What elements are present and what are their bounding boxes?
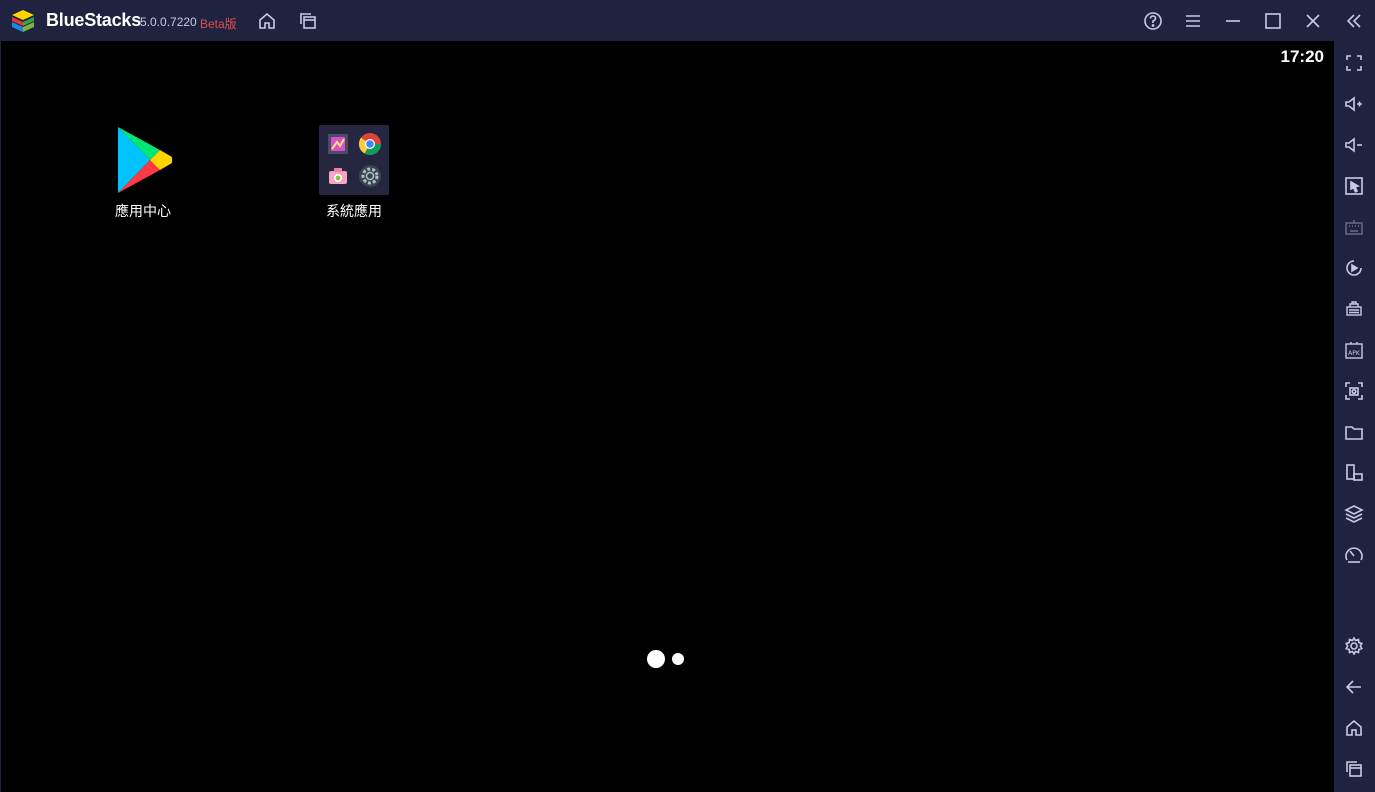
rotate-icon[interactable] [1343, 462, 1365, 484]
apk-install-icon[interactable]: APK [1343, 339, 1365, 361]
loading-dot-large [647, 650, 665, 668]
macro-record-icon[interactable] [1343, 257, 1365, 279]
beta-badge: Beta版 [200, 17, 237, 31]
app-play-store[interactable]: 應用中心 [83, 125, 203, 221]
folder-icon[interactable] [1343, 421, 1365, 443]
android-screen[interactable]: 17:20 應用中心 系統應用 [1, 41, 1334, 792]
gallery-icon [328, 134, 348, 154]
close-icon[interactable] [1302, 10, 1324, 32]
volume-down-icon[interactable] [1343, 134, 1365, 156]
home-icon[interactable] [256, 10, 278, 32]
recent-apps-icon[interactable] [1343, 758, 1365, 780]
title-bar: BlueStacks 5.0.0.7220 Beta版 [0, 0, 1375, 41]
system-apps-folder-icon [319, 125, 389, 195]
status-clock: 17:20 [1280, 47, 1324, 66]
bluestacks-logo-icon [12, 10, 34, 32]
performance-icon[interactable] [1343, 544, 1365, 566]
svg-text:APK: APK [1348, 350, 1361, 357]
menu-icon[interactable] [1182, 10, 1204, 32]
app-name: BlueStacks [46, 10, 142, 30]
right-sidebar: APK [1334, 41, 1375, 792]
app-label: 系統應用 [326, 204, 382, 220]
multi-instance-manager-icon[interactable] [1343, 298, 1365, 320]
settings-app-icon [359, 165, 381, 187]
settings-icon[interactable] [1343, 635, 1365, 657]
multi-instance-icon[interactable] [297, 10, 319, 32]
minimize-icon[interactable] [1222, 10, 1244, 32]
pointer-icon[interactable] [1343, 175, 1365, 197]
play-store-icon [118, 127, 172, 193]
back-icon[interactable] [1343, 676, 1365, 698]
fullscreen-icon[interactable] [1343, 52, 1365, 74]
volume-up-icon[interactable] [1343, 93, 1365, 115]
app-label: 應用中心 [115, 204, 171, 220]
layers-icon[interactable] [1343, 503, 1365, 525]
collapse-sidebar-icon[interactable] [1343, 10, 1365, 32]
camera-icon [329, 168, 347, 184]
home-icon[interactable] [1343, 717, 1365, 739]
keyboard-icon[interactable] [1343, 216, 1365, 238]
app-version: 5.0.0.7220 [140, 15, 197, 29]
chrome-icon [358, 133, 381, 155]
loading-dot-small [672, 653, 684, 665]
help-icon[interactable] [1142, 10, 1164, 32]
app-system-apps-folder[interactable]: 系統應用 [294, 125, 414, 221]
maximize-icon[interactable] [1262, 10, 1284, 32]
screenshot-icon[interactable] [1343, 380, 1365, 402]
